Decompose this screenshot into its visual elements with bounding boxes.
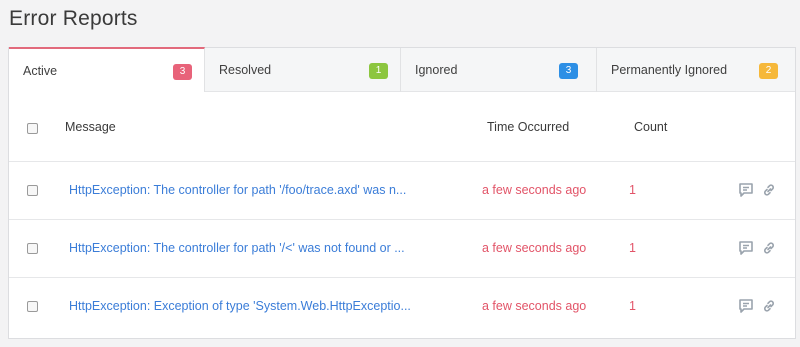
comment-icon[interactable] [738,182,754,198]
time-occurred: a few seconds ago [482,183,587,197]
count-badge: 2 [759,63,778,79]
count-badge: 1 [369,63,388,79]
tab-resolved[interactable]: Resolved 1 [205,48,401,92]
error-message-link[interactable]: HttpException: Exception of type 'System… [69,299,411,313]
table-row: HttpException: Exception of type 'System… [9,278,795,336]
tab-label: Permanently Ignored [611,63,728,77]
count-badge: 3 [559,63,578,79]
row-checkbox[interactable] [27,301,38,312]
column-header-count: Count [634,120,668,134]
link-icon[interactable] [761,182,777,198]
error-message-link[interactable]: HttpException: The controller for path '… [69,183,406,197]
time-occurred: a few seconds ago [482,241,587,255]
time-occurred: a few seconds ago [482,299,587,313]
column-header-time: Time Occurred [487,120,570,134]
link-icon[interactable] [761,298,777,314]
column-header-message: Message [65,120,116,134]
table-row: HttpException: The controller for path '… [9,162,795,220]
link-icon[interactable] [761,240,777,256]
comment-icon[interactable] [738,240,754,256]
error-reports-panel: Active 3 Resolved 1 Ignored 3 Permanentl… [8,47,796,339]
tab-active[interactable]: Active 3 [9,47,205,92]
tab-ignored[interactable]: Ignored 3 [401,48,597,92]
tab-label: Ignored [415,63,458,77]
tab-permanently-ignored[interactable]: Permanently Ignored 2 [597,48,795,92]
select-all-checkbox[interactable] [27,123,38,134]
comment-icon[interactable] [738,298,754,314]
occurrence-count: 1 [629,183,636,197]
tab-label: Active [23,63,58,78]
page-title: Error Reports [9,7,138,30]
row-checkbox[interactable] [27,185,38,196]
table-header: Message Time Occurred Count [9,92,795,162]
error-message-link[interactable]: HttpException: The controller for path '… [69,241,405,255]
count-badge: 3 [173,64,192,80]
occurrence-count: 1 [629,241,636,255]
occurrence-count: 1 [629,299,636,313]
tab-label: Resolved [219,63,272,77]
status-tabs: Active 3 Resolved 1 Ignored 3 Permanentl… [9,47,795,92]
table-row: HttpException: The controller for path '… [9,220,795,278]
row-checkbox[interactable] [27,243,38,254]
